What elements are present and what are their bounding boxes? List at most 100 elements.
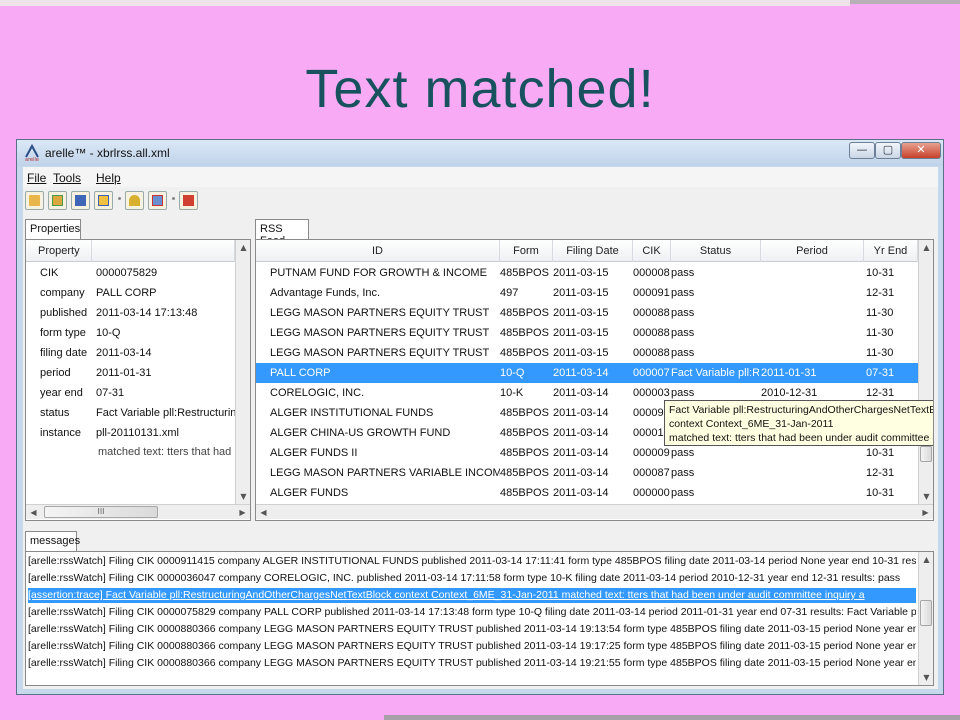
- rss-feed-pane: ID Form Filing Date CIK Status Period Yr…: [255, 239, 934, 521]
- menu-file[interactable]: File: [27, 171, 46, 185]
- scroll-up-arrow[interactable]: ▲: [236, 240, 250, 255]
- rss-filing-date-cell: 2011-03-15: [553, 347, 609, 359]
- toolbar: [23, 189, 938, 215]
- scroll-right-arrow[interactable]: ▶: [918, 505, 933, 520]
- menu-help[interactable]: Help: [96, 171, 121, 185]
- property-row[interactable]: CIK 0000075829: [26, 263, 235, 283]
- log-clear-icon[interactable]: [179, 191, 198, 210]
- toolbar-separator: [172, 197, 175, 200]
- close-button[interactable]: ✕: [901, 142, 941, 159]
- rss-row[interactable]: PUTNAM FUND FOR GROWTH & INCOME 485BPOS 20…: [256, 263, 918, 283]
- rss-form-cell: 497: [500, 287, 519, 299]
- status-tooltip: Fact Variable pll:RestructuringAndOtherC…: [664, 400, 934, 446]
- property-row[interactable]: year end 07-31: [26, 383, 235, 403]
- menu-tools[interactable]: Tools: [53, 171, 81, 185]
- column-header-property[interactable]: Property: [26, 240, 92, 262]
- validate-icon[interactable]: [125, 191, 144, 210]
- scroll-left-arrow[interactable]: ◀: [26, 505, 41, 520]
- rss-period-cell: 2011-01-31: [761, 367, 817, 379]
- message-line[interactable]: [arelle:rssWatch] Filing CIK 0000075829 …: [28, 605, 916, 620]
- rss-row[interactable]: LEGG MASON PARTNERS VARIABLE INCOME TR48…: [256, 463, 918, 483]
- properties-pane: Property CIK 0000075829 company PALL CORP pu…: [25, 239, 251, 521]
- scroll-left-arrow[interactable]: ◀: [256, 505, 271, 520]
- rss-period-cell: [761, 343, 864, 363]
- property-row[interactable]: instance pll-20110131.xml: [26, 423, 235, 443]
- rss-id-cell: LEGG MASON PARTNERS EQUITY TRUST: [270, 327, 490, 339]
- rss-row[interactable]: ALGER FUNDS II 485BPOS 2011-03-14 000009 pas…: [256, 443, 918, 463]
- column-header-id[interactable]: ID: [256, 240, 500, 262]
- rss-yr-end-cell: 10-31: [866, 267, 895, 279]
- message-line-selected[interactable]: [assertion:trace] Fact Variable pll:Rest…: [28, 588, 916, 603]
- property-row[interactable]: form type 10-Q: [26, 323, 235, 343]
- column-header-period[interactable]: Period: [761, 240, 864, 262]
- message-line[interactable]: [arelle:rssWatch] Filing CIK 0000036047 …: [28, 571, 916, 586]
- properties-vscroll[interactable]: ▲ ▼: [235, 240, 250, 504]
- rss-status-cell: pass: [671, 347, 695, 359]
- message-line[interactable]: [arelle:rssWatch] Filing CIK 0000880366 …: [28, 639, 916, 654]
- column-header-form[interactable]: Form: [500, 240, 553, 262]
- open-folder-icon[interactable]: [25, 191, 44, 210]
- column-header-filing-date[interactable]: Filing Date: [553, 240, 633, 262]
- rss-id-cell: PUTNAM FUND FOR GROWTH & INCOME: [270, 267, 487, 279]
- tooltip-line: Fact Variable pll:RestructuringAndOtherC…: [669, 404, 934, 416]
- scroll-down-arrow[interactable]: ▼: [919, 670, 933, 685]
- export-icon[interactable]: [94, 191, 113, 210]
- rss-row[interactable]: LEGG MASON PARTNERS EQUITY TRUST 485BPOS 2…: [256, 323, 918, 343]
- rss-filing-date-cell: 2011-03-14: [553, 407, 609, 419]
- scroll-up-arrow[interactable]: ▲: [919, 552, 933, 567]
- property-name: company: [40, 287, 85, 299]
- rss-yr-end-cell: 10-31: [866, 487, 895, 499]
- rss-yr-end-cell: 07-31: [866, 367, 895, 379]
- scroll-up-arrow[interactable]: ▲: [919, 240, 933, 255]
- save-icon[interactable]: [71, 191, 90, 210]
- rss-row[interactable]: Advantage Funds, Inc. 497 2011-03-15 000091…: [256, 283, 918, 303]
- arelle-logo-text: arelle: [25, 157, 39, 161]
- vscroll-thumb[interactable]: [920, 600, 932, 626]
- message-line[interactable]: [arelle:rssWatch] Filing CIK 0000880366 …: [28, 656, 916, 671]
- tab-messages[interactable]: messages: [25, 531, 80, 551]
- rss-form-cell: 485BPOS: [500, 427, 549, 439]
- messages-vscroll[interactable]: ▲ ▼: [918, 552, 933, 685]
- rss-id-cell: ALGER FUNDS II: [270, 447, 358, 459]
- column-header-cik[interactable]: CIK: [633, 240, 671, 262]
- rss-filing-date-cell: 2011-03-14: [553, 467, 609, 479]
- property-row[interactable]: period 2011-01-31: [26, 363, 235, 383]
- toolbar-separator: [118, 197, 121, 200]
- tab-rss-feed[interactable]: RSS Feed: [255, 219, 309, 247]
- property-row[interactable]: status Fact Variable pll:Restructurin: [26, 403, 235, 423]
- open-web-icon[interactable]: [48, 191, 67, 210]
- property-row[interactable]: filing date 2011-03-14: [26, 343, 235, 363]
- maximize-button[interactable]: ▢: [875, 142, 901, 159]
- rss-form-cell: 485BPOS: [500, 487, 549, 499]
- tab-properties[interactable]: Properties: [25, 219, 81, 239]
- rss-row[interactable]: LEGG MASON PARTNERS EQUITY TRUST 485BPOS 2…: [256, 343, 918, 363]
- rss-form-cell: 485BPOS: [500, 267, 549, 279]
- tooltip-line: matched text: tters that had been under …: [669, 432, 934, 444]
- minimize-button[interactable]: —: [849, 142, 875, 159]
- vscroll-thumb[interactable]: [920, 446, 932, 462]
- rss-row[interactable]: LEGG MASON PARTNERS EQUITY TRUST 485BPOS 2…: [256, 303, 918, 323]
- message-line[interactable]: [arelle:rssWatch] Filing CIK 0000911415 …: [28, 554, 916, 569]
- compare-icon[interactable]: [148, 191, 167, 210]
- rss-row[interactable]: ALGER FUNDS 485BPOS 2011-03-14 000000 pass 10…: [256, 483, 918, 503]
- property-row[interactable]: published 2011-03-14 17:13:48: [26, 303, 235, 323]
- rss-filing-date-cell: 2011-03-15: [553, 307, 609, 319]
- rss-cik-cell: 000009: [633, 447, 670, 459]
- property-name: period: [40, 367, 71, 379]
- property-row[interactable]: company PALL CORP: [26, 283, 235, 303]
- column-header-status[interactable]: Status: [671, 240, 761, 262]
- rss-vscroll[interactable]: ▲ ▼: [918, 240, 933, 504]
- message-line[interactable]: [arelle:rssWatch] Filing CIK 0000880366 …: [28, 622, 916, 637]
- arelle-logo-icon: arelle: [25, 144, 39, 161]
- rss-period-cell: [761, 463, 864, 483]
- title-bar[interactable]: arelle arelle™ - xbrlrss.all.xml — ▢ ✕: [17, 140, 943, 166]
- column-header-yr-end[interactable]: Yr End: [864, 240, 918, 262]
- properties-hscroll[interactable]: ◀ III ▶: [26, 504, 250, 520]
- rss-hscroll[interactable]: ◀ ▶: [256, 504, 933, 520]
- rss-row-selected[interactable]: PALL CORP 10-Q 2011-03-14 000007 Fact Variab…: [256, 363, 918, 383]
- column-header-value[interactable]: [92, 240, 235, 262]
- scroll-down-arrow[interactable]: ▼: [919, 489, 933, 504]
- scroll-down-arrow[interactable]: ▼: [236, 489, 250, 504]
- scroll-right-arrow[interactable]: ▶: [235, 505, 250, 520]
- hscroll-thumb[interactable]: III: [44, 506, 158, 518]
